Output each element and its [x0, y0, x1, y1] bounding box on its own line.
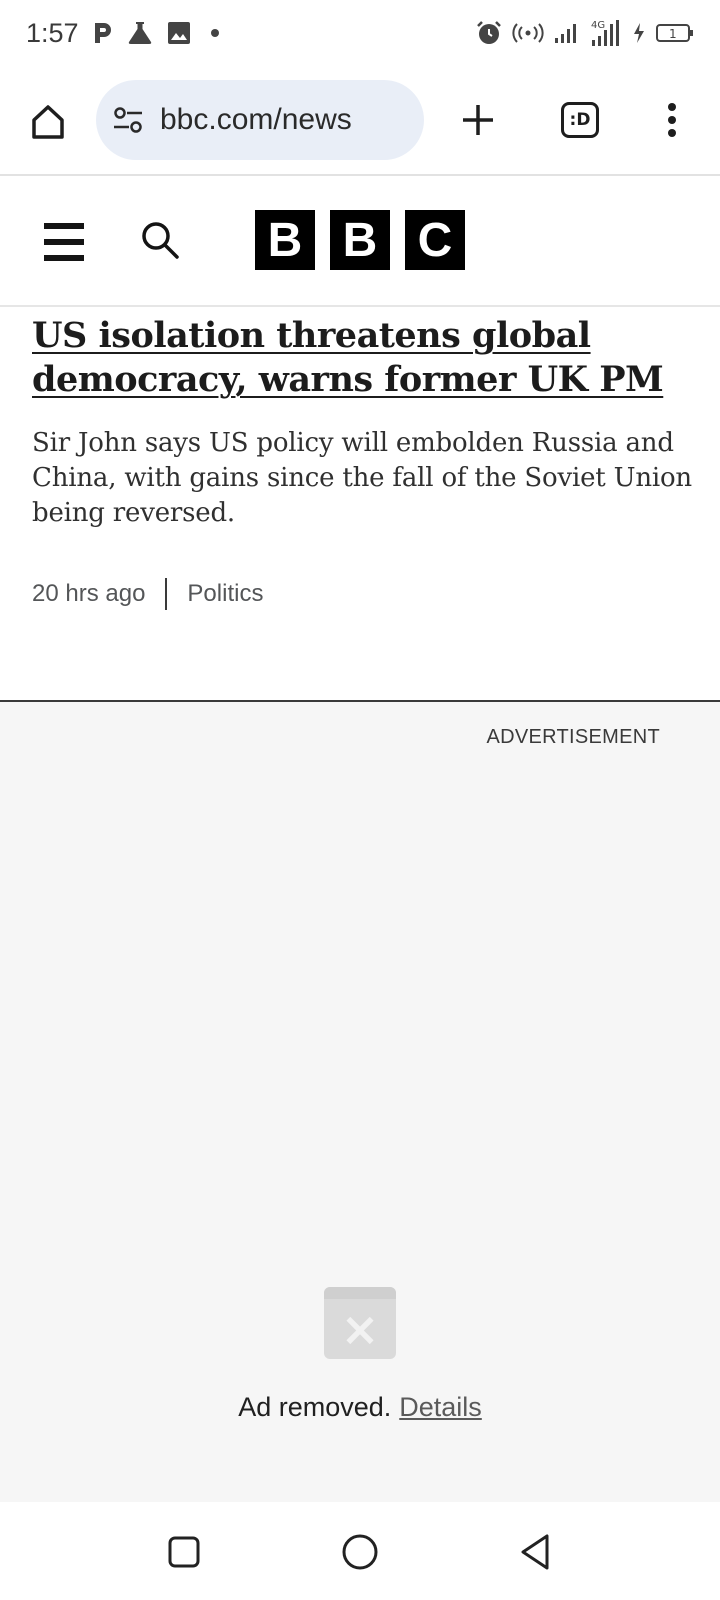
signal-icon — [554, 22, 580, 44]
back-button[interactable] — [514, 1530, 558, 1574]
home-nav-button[interactable] — [338, 1530, 382, 1574]
url-text[interactable]: bbc.com/news — [160, 103, 352, 137]
broken-image-icon: × — [324, 1287, 396, 1359]
site-settings-icon[interactable] — [112, 104, 144, 136]
logo-letter: C — [405, 210, 465, 270]
menu-icon-line — [44, 255, 84, 261]
home-icon — [32, 105, 64, 139]
dot-icon — [210, 29, 219, 37]
status-time: 1:57 — [26, 17, 79, 48]
more-vert-icon — [668, 103, 676, 137]
logo-letter: B — [255, 210, 315, 270]
tab-switcher-button[interactable]: :D — [552, 92, 608, 148]
home-circle-icon — [342, 1534, 378, 1570]
parking-icon — [93, 21, 113, 45]
signal-4g-icon: 4G — [590, 18, 622, 48]
flask-icon — [127, 21, 153, 45]
search-button[interactable] — [136, 216, 184, 264]
home-button[interactable] — [22, 96, 74, 148]
article-time: 20 hrs ago — [32, 580, 146, 607]
article-category[interactable]: Politics — [187, 580, 263, 608]
ad-label: ADVERTISEMENT — [486, 726, 660, 748]
tab-count: :D — [561, 102, 599, 138]
status-left: 1:57 — [26, 18, 219, 49]
alarm-icon — [476, 20, 502, 46]
system-nav-bar — [0, 1502, 720, 1600]
ad-container: ADVERTISEMENT × Ad removed. Details — [0, 702, 720, 1502]
back-icon — [521, 1534, 549, 1570]
svg-text:1: 1 — [669, 27, 677, 41]
image-icon — [167, 21, 191, 45]
details-link[interactable]: Details — [399, 1392, 482, 1422]
article-summary: Sir John says US policy will embolden Ru… — [32, 428, 692, 528]
bbc-logo[interactable]: B B C — [255, 210, 465, 270]
address-bar[interactable]: bbc.com/news — [96, 80, 424, 160]
status-bar: 1:57 4G 1 — [0, 0, 720, 66]
site-header: B B C — [0, 178, 720, 307]
charging-icon — [632, 22, 646, 44]
svg-text:4G: 4G — [591, 20, 605, 31]
plus-icon — [463, 105, 493, 135]
status-right: 4G 1 — [476, 18, 694, 48]
recents-button[interactable] — [162, 1530, 206, 1574]
browser-toolbar: bbc.com/news :D — [0, 66, 720, 176]
browser-menu-button[interactable] — [644, 92, 700, 148]
recents-icon — [168, 1536, 200, 1568]
search-icon — [142, 222, 179, 259]
menu-icon-line — [44, 223, 84, 229]
menu-icon-line — [44, 239, 84, 245]
battery-icon: 1 — [656, 22, 694, 44]
meta-separator — [165, 578, 168, 610]
ad-removed-text: Ad removed. — [238, 1392, 392, 1422]
ad-removed-message: Ad removed. Details — [0, 1392, 720, 1423]
article-meta: 20 hrs ago Politics — [32, 578, 263, 610]
article-headline[interactable]: US isolation threatens global democracy,… — [32, 314, 692, 402]
new-tab-button[interactable] — [450, 92, 506, 148]
menu-button[interactable] — [40, 218, 88, 266]
article-card: US isolation threatens global democracy,… — [32, 314, 692, 610]
logo-letter: B — [330, 210, 390, 270]
hotspot-icon — [512, 22, 544, 44]
